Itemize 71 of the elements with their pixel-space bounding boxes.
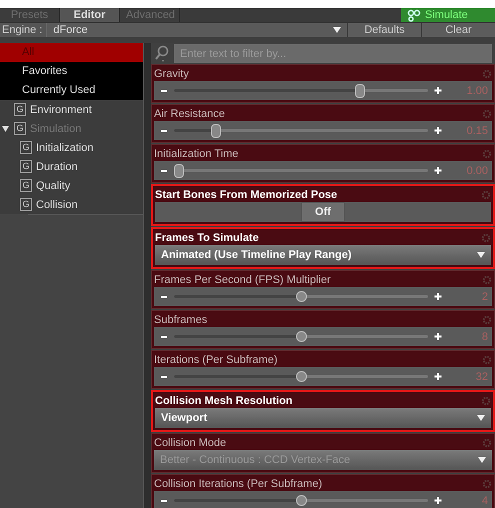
plus-icon[interactable] bbox=[434, 127, 442, 134]
group-icon: G bbox=[14, 103, 26, 116]
slider-thumb[interactable] bbox=[296, 370, 307, 382]
property-label: Frames To Simulate bbox=[155, 232, 259, 244]
slider-thumb[interactable] bbox=[296, 494, 307, 506]
property-label: Air Resistance bbox=[154, 108, 225, 120]
slider-track[interactable] bbox=[174, 124, 428, 138]
tab[interactable]: Editor bbox=[60, 8, 120, 22]
slider-thumb[interactable] bbox=[210, 124, 221, 138]
property-label: Start Bones From Memorized Pose bbox=[155, 188, 338, 200]
gears-icon bbox=[407, 8, 421, 22]
sidebar-item[interactable]: Currently Used bbox=[0, 81, 143, 100]
value-readout: 2 bbox=[480, 290, 488, 302]
slider-track[interactable] bbox=[174, 370, 428, 384]
value-readout: 1.00 bbox=[466, 84, 488, 96]
property-label: Collision Mode bbox=[154, 436, 226, 448]
value-readout: 32 bbox=[474, 370, 488, 382]
property-label: Frames Per Second (FPS) Multiplier bbox=[154, 274, 331, 286]
slider-track[interactable] bbox=[174, 84, 428, 98]
minus-icon[interactable] bbox=[160, 170, 168, 172]
property-label: Initialization Time bbox=[154, 148, 238, 160]
search-icon[interactable] bbox=[154, 44, 170, 62]
minus-icon[interactable] bbox=[160, 130, 168, 132]
value-readout: 0.00 bbox=[466, 164, 488, 176]
minus-icon[interactable] bbox=[160, 296, 168, 298]
minus-icon[interactable] bbox=[160, 376, 168, 378]
property-label: Iterations (Per Subframe) bbox=[154, 354, 278, 366]
plus-icon[interactable] bbox=[434, 333, 442, 340]
tree-item[interactable]: Environment bbox=[30, 104, 92, 116]
slider-thumb[interactable] bbox=[296, 290, 307, 302]
value-readout: 8 bbox=[480, 330, 488, 342]
plus-icon[interactable] bbox=[434, 293, 442, 300]
slider-track[interactable] bbox=[174, 494, 428, 508]
dropdown-arrow-icon bbox=[477, 252, 485, 258]
value-readout: 0.15 bbox=[466, 124, 488, 136]
group-icon: G bbox=[20, 179, 32, 192]
minus-icon[interactable] bbox=[160, 90, 168, 92]
plus-icon[interactable] bbox=[434, 87, 442, 94]
dropdown-arrow-icon bbox=[477, 415, 485, 421]
group-icon: G bbox=[20, 141, 32, 154]
slider-thumb[interactable] bbox=[354, 84, 365, 98]
minus-icon[interactable] bbox=[160, 336, 168, 338]
property-label: Gravity bbox=[154, 68, 189, 80]
plus-icon[interactable] bbox=[434, 167, 442, 174]
property-label: Subframes bbox=[154, 314, 208, 326]
plus-icon[interactable] bbox=[434, 497, 442, 504]
splitter-handle[interactable] bbox=[143, 43, 151, 508]
engine-dropdown[interactable]: dForce bbox=[46, 23, 347, 37]
group-icon: G bbox=[20, 198, 32, 211]
value-readout: 4 bbox=[480, 494, 488, 506]
property-label: Collision Iterations (Per Subframe) bbox=[154, 478, 322, 490]
group-icon: G bbox=[14, 122, 26, 135]
dropdown[interactable]: Animated (Use Timeline Play Range) bbox=[155, 245, 491, 265]
slider-track[interactable] bbox=[174, 330, 428, 344]
group-icon: G bbox=[20, 160, 32, 173]
slider-thumb[interactable] bbox=[174, 164, 184, 178]
clear-button[interactable]: Clear bbox=[421, 23, 495, 37]
engine-label: Engine : bbox=[1, 24, 44, 36]
plus-icon[interactable] bbox=[434, 373, 442, 380]
dropdown-arrow-icon bbox=[478, 457, 486, 463]
defaults-button[interactable]: Defaults bbox=[347, 23, 421, 37]
slider-thumb[interactable] bbox=[296, 330, 307, 342]
slider-track[interactable] bbox=[174, 290, 428, 304]
dropdown-arrow-icon bbox=[333, 27, 341, 33]
minus-icon[interactable] bbox=[160, 500, 168, 502]
slider-track[interactable] bbox=[174, 164, 428, 178]
sidebar-item[interactable]: Favorites bbox=[0, 62, 143, 81]
toggle-button[interactable]: Off bbox=[301, 202, 345, 222]
simulate-button[interactable]: Simulate bbox=[401, 8, 495, 22]
dropdown[interactable]: Viewport bbox=[155, 408, 491, 428]
property-label: Collision Mesh Resolution bbox=[155, 394, 293, 406]
